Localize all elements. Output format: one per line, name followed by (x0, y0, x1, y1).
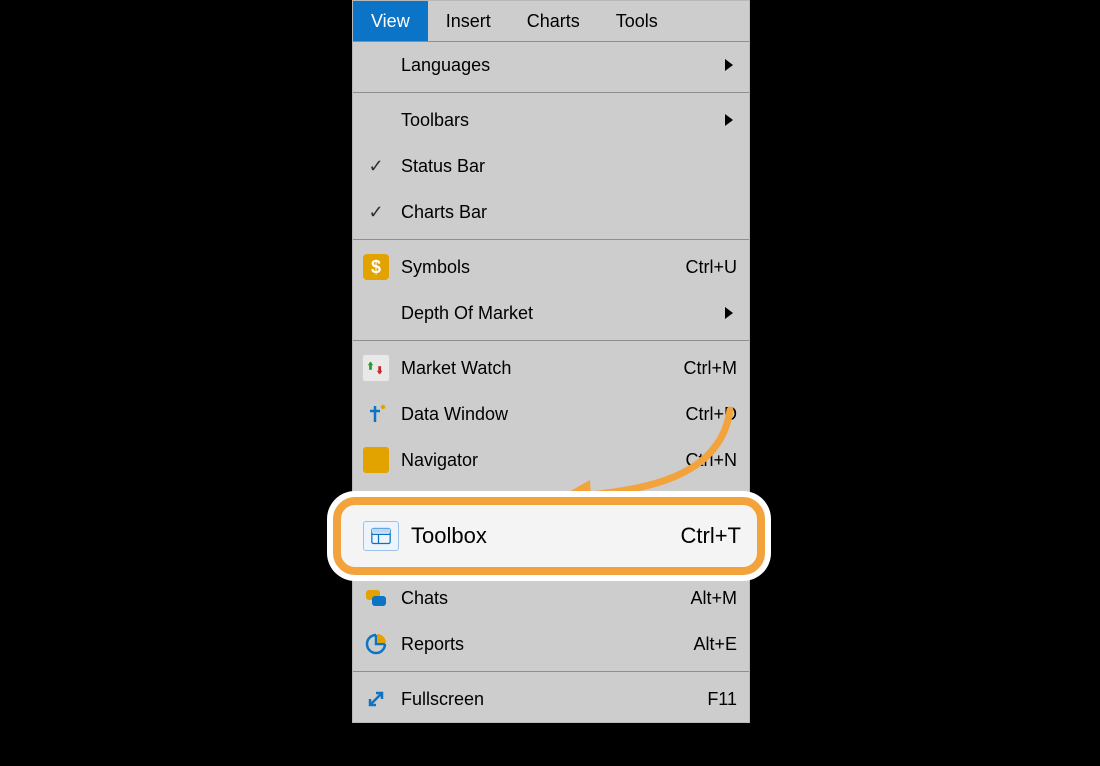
submenu-arrow-icon (725, 59, 733, 71)
menuitem-navigator[interactable]: Navigator Ctrl+N (353, 437, 749, 483)
menuitem-label: Symbols (399, 257, 685, 278)
separator (353, 92, 749, 93)
accelerator: Alt+M (690, 588, 737, 609)
menuitem-depth-of-market[interactable]: Depth Of Market (353, 290, 749, 336)
menuitem-chats[interactable]: Chats Alt+M (353, 575, 749, 621)
menu-view[interactable]: View (353, 1, 428, 41)
accelerator: Ctrl+D (685, 404, 737, 425)
accelerator: Ctrl+M (684, 358, 738, 379)
marketwatch-icon (353, 354, 399, 382)
separator (353, 340, 749, 341)
highlight-accel: Ctrl+T (681, 523, 742, 549)
highlight-label: Toolbox (405, 523, 681, 549)
submenu-arrow-icon (725, 114, 733, 126)
menuitem-market-watch[interactable]: Market Watch Ctrl+M (353, 345, 749, 391)
navigator-icon (353, 447, 399, 473)
submenu-arrow-icon (725, 307, 733, 319)
menu-charts[interactable]: Charts (509, 1, 598, 41)
menuitem-data-window[interactable]: Data Window Ctrl+D (353, 391, 749, 437)
menuitem-label: Reports (399, 634, 693, 655)
menuitem-label: Depth Of Market (399, 303, 725, 324)
menuitem-label: Market Watch (399, 358, 684, 379)
menu-tools[interactable]: Tools (598, 1, 676, 41)
accelerator: Ctrl+N (685, 450, 737, 471)
menuitem-reports[interactable]: Reports Alt+E (353, 621, 749, 667)
chats-icon (353, 585, 399, 611)
view-dropdown: Languages Toolbars ✓ Status Bar ✓ Charts… (353, 42, 749, 722)
menu-insert[interactable]: Insert (428, 1, 509, 41)
menuitem-languages[interactable]: Languages (353, 42, 749, 88)
menuitem-label: Languages (399, 55, 725, 76)
menuitem-label: Data Window (399, 404, 685, 425)
accelerator: F11 (707, 689, 737, 710)
datawindow-icon (353, 401, 399, 427)
accelerator: Alt+E (693, 634, 737, 655)
menuitem-label: Fullscreen (399, 689, 707, 710)
toolbox-icon (357, 521, 405, 551)
menuitem-fullscreen[interactable]: Fullscreen F11 (353, 676, 749, 722)
menuitem-label: Toolbars (399, 110, 725, 131)
menuitem-label: Status Bar (399, 156, 737, 177)
menuitem-label: Charts Bar (399, 202, 737, 223)
check-icon: ✓ (353, 199, 399, 225)
menuitem-toolbars[interactable]: Toolbars (353, 97, 749, 143)
menuitem-label: Navigator (399, 450, 685, 471)
reports-icon (353, 631, 399, 657)
separator (353, 671, 749, 672)
menubar: View Insert Charts Tools (353, 1, 749, 42)
highlight-toolbox[interactable]: Toolbox Ctrl+T (333, 497, 765, 575)
menuitem-symbols[interactable]: $ Symbols Ctrl+U (353, 244, 749, 290)
view-menu-panel: View Insert Charts Tools Languages Toolb… (352, 0, 750, 723)
accelerator: Ctrl+U (685, 257, 737, 278)
fullscreen-icon (353, 686, 399, 712)
menuitem-chartsbar[interactable]: ✓ Charts Bar (353, 189, 749, 235)
check-icon: ✓ (353, 153, 399, 179)
dollar-icon: $ (353, 254, 399, 280)
separator (353, 239, 749, 240)
menuitem-label: Chats (399, 588, 690, 609)
menuitem-statusbar[interactable]: ✓ Status Bar (353, 143, 749, 189)
